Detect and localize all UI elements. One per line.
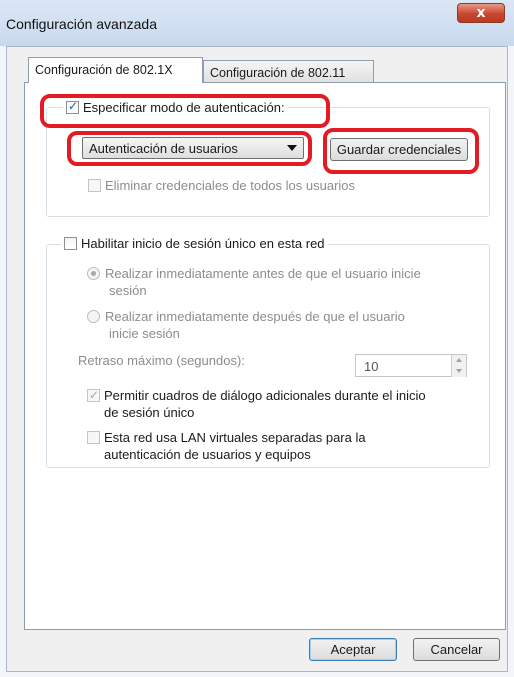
- radio-before-logon[interactable]: [87, 267, 100, 280]
- tab-8021x[interactable]: Configuración de 802.1X: [28, 57, 203, 83]
- radio-before-logon-label: Realizar inmediatamente antes de que el …: [105, 266, 421, 281]
- max-delay-label: Retraso máximo (segundos):: [78, 353, 245, 368]
- cancel-button[interactable]: Cancelar: [413, 638, 500, 661]
- allow-dialogs-label: Permitir cuadros de diálogo adicionales …: [104, 388, 426, 403]
- radio-after-logon[interactable]: [87, 310, 100, 323]
- spinner-up-button[interactable]: [451, 355, 466, 366]
- delete-credentials-checkbox[interactable]: [88, 179, 101, 192]
- tab-80211-label: Configuración de 802.11: [210, 66, 346, 80]
- highlight-save-credentials: [323, 128, 479, 174]
- tab-80211[interactable]: Configuración de 802.11: [203, 60, 374, 82]
- enable-sso-checkbox[interactable]: [64, 237, 77, 250]
- radio-after-logon-label-line2: inicie sesión: [109, 326, 180, 341]
- highlight-auth-dropdown: [67, 131, 312, 166]
- separate-vlan-label-line2: autenticación de usuarios y equipos: [104, 447, 311, 462]
- arrow-down-icon: [456, 369, 462, 373]
- allow-dialogs-checkbox[interactable]: ✓: [87, 388, 100, 402]
- window-title: Configuración avanzada: [6, 16, 157, 32]
- ok-button[interactable]: Aceptar: [309, 638, 397, 661]
- delete-credentials-option[interactable]: Eliminar credenciales de todos los usuar…: [88, 178, 355, 193]
- highlight-specify-auth-mode: [40, 94, 330, 128]
- close-button[interactable]: x: [457, 3, 505, 23]
- delete-credentials-label: Eliminar credenciales de todos los usuar…: [105, 178, 356, 193]
- enable-sso-option[interactable]: Habilitar inicio de sesión único en esta…: [61, 236, 328, 251]
- radio-before-logon-label-line2: sesión: [109, 283, 147, 298]
- title-bar[interactable]: Configuración avanzada x: [0, 0, 514, 46]
- spinner-down-button[interactable]: [451, 366, 466, 377]
- radio-after-logon-option[interactable]: Realizar inmediatamente después de que e…: [87, 308, 405, 342]
- ok-button-label: Aceptar: [330, 642, 376, 657]
- dialog-window: Configuración avanzada x Configuración d…: [0, 0, 514, 677]
- allow-dialogs-option[interactable]: ✓ Permitir cuadros de diálogo adicionales…: [87, 387, 426, 421]
- separate-vlan-checkbox[interactable]: [87, 431, 100, 444]
- close-icon: x: [476, 5, 486, 21]
- allow-dialogs-label-line2: de sesión único: [104, 405, 195, 420]
- enable-sso-label: Habilitar inicio de sesión único en esta…: [81, 236, 325, 251]
- max-delay-value: 10: [364, 359, 379, 374]
- checkmark-icon: ✓: [89, 388, 100, 402]
- radio-before-logon-option[interactable]: Realizar inmediatamente antes de que el …: [87, 265, 421, 299]
- separate-vlan-label: Esta red usa LAN virtuales separadas par…: [104, 430, 366, 445]
- cancel-button-label: Cancelar: [430, 642, 483, 657]
- separate-vlan-option[interactable]: Esta red usa LAN virtuales separadas par…: [87, 429, 366, 463]
- tab-8021x-label: Configuración de 802.1X: [35, 63, 173, 77]
- radio-selected-dot: [91, 271, 96, 276]
- radio-after-logon-label: Realizar inmediatamente después de que e…: [105, 309, 405, 324]
- arrow-up-icon: [456, 358, 462, 362]
- max-delay-spinner[interactable]: 10: [355, 354, 467, 377]
